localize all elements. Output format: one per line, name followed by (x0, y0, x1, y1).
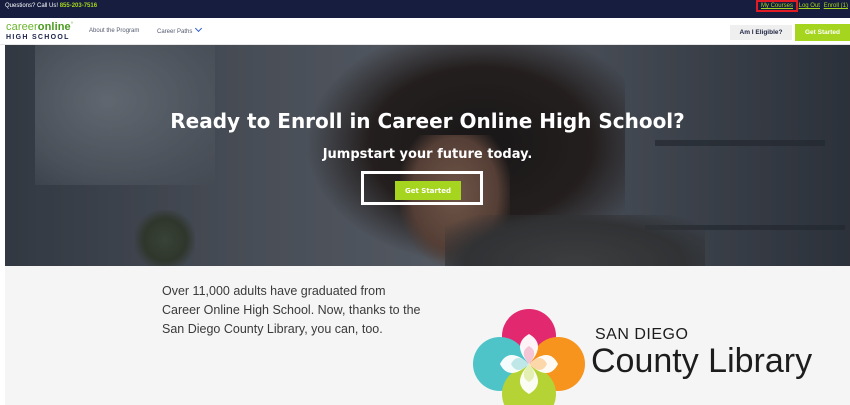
logo-subtitle: HIGH SCHOOL (6, 34, 70, 41)
graduates-blurb: Over 11,000 adults have graduated from C… (162, 284, 421, 336)
account-links: My Courses Log Out Enroll (1) (755, 0, 848, 12)
hero-subtitle: Jumpstart your future today. (322, 147, 533, 162)
log-out-link[interactable]: Log Out (799, 3, 820, 9)
get-started-nav-button[interactable]: Get Started (795, 24, 850, 41)
get-started-hero-button[interactable]: Get Started (395, 181, 461, 200)
page: Questions? Call Us! 855-203-7516 My Cour… (0, 0, 850, 405)
flower-logo-icon (473, 309, 585, 405)
enroll-link[interactable]: Enroll (1) (824, 3, 848, 9)
hero-banner: Ready to Enroll in Career Online High Sc… (5, 45, 850, 266)
chevron-down-icon (195, 24, 203, 33)
am-i-eligible-button[interactable]: Am I Eligible? (730, 25, 792, 40)
call-us-label: Questions? Call Us! (5, 3, 59, 9)
logo-word-online: online (37, 21, 71, 33)
hero-title: Ready to Enroll in Career Online High Sc… (170, 109, 685, 133)
main-nav: careeronline° HIGH SCHOOL About the Prog… (0, 18, 850, 45)
site-logo[interactable]: careeronline° HIGH SCHOOL (6, 22, 73, 42)
my-courses-link[interactable]: My Courses (755, 0, 798, 12)
logo-wordmark: careeronline° (6, 22, 73, 33)
nav-career-paths[interactable]: Career Paths (157, 24, 203, 35)
phone-number-link[interactable]: 855-203-7516 (60, 3, 97, 9)
call-us-text: Questions? Call Us! 855-203-7516 (5, 3, 97, 9)
logo-word-career: career (6, 21, 38, 33)
library-section: Over 11,000 adults have graduated from C… (5, 266, 850, 405)
library-name-line2: County Library (591, 342, 813, 380)
nav-career-paths-label: Career Paths (157, 29, 193, 35)
logo-degree-mark: ° (70, 22, 74, 28)
top-utility-bar: Questions? Call Us! 855-203-7516 My Cour… (0, 0, 850, 18)
nav-about-program[interactable]: About the Program (89, 28, 139, 34)
